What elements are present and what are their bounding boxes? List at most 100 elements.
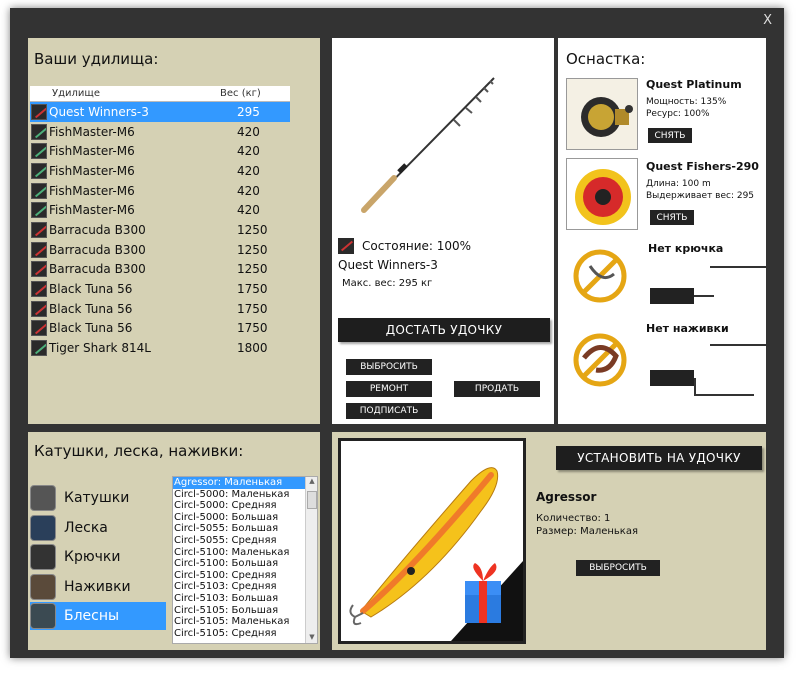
close-button[interactable]: X — [763, 13, 772, 28]
rod-row-weight: 420 — [237, 124, 260, 139]
line-thumbnail[interactable] — [566, 158, 638, 230]
rods-table: Удилище Вес (кг) Quest Winners-3 295 FishM… — [30, 86, 290, 358]
repair-rod-button[interactable]: РЕМОНТ — [346, 381, 432, 397]
rod-row[interactable]: FishMaster-M6 420 — [30, 161, 290, 181]
rod-row-name: Quest Winners-3 — [49, 104, 149, 119]
rod-icon — [338, 238, 354, 254]
rod-row-weight: 1750 — [237, 301, 268, 316]
reel-thumbnail[interactable] — [566, 78, 638, 150]
inventory-window: X Ваши удилища: Удилище Вес (кг) Quest W… — [10, 8, 784, 658]
list-item[interactable]: Circl-5103: Средняя — [173, 581, 317, 593]
items-scrollbar[interactable]: ▲ ▼ — [305, 477, 317, 643]
category-hook[interactable]: Крючки — [30, 543, 166, 571]
list-item[interactable]: Circl-5100: Средняя — [173, 570, 317, 582]
list-item[interactable]: Circl-5100: Маленькая — [173, 547, 317, 559]
categories-panel: Катушки, леска, наживки: Катушки Леска Крю… — [28, 432, 320, 650]
rod-max-weight: Макс. вес: 295 кг — [342, 278, 433, 289]
category-reel[interactable]: Катушки — [30, 484, 166, 512]
list-item[interactable]: Circl-5000: Средняя — [173, 500, 317, 512]
discard-lure-button[interactable]: ВЫБРОСИТЬ — [576, 560, 660, 576]
lure-image — [349, 467, 523, 641]
equip-rod-button[interactable]: ДОСТАТЬ УДОЧКУ — [338, 318, 550, 342]
rod-row[interactable]: Black Tuna 56 1750 — [30, 279, 290, 299]
rod-red-icon — [31, 320, 47, 337]
reel-icon — [30, 485, 56, 511]
reel-info: Мощность: 135% Ресурс: 100% — [646, 96, 726, 120]
bait-empty-icon[interactable] — [570, 328, 634, 392]
list-item[interactable]: Circl-5103: Большая — [173, 593, 317, 605]
hook-slot-button[interactable] — [650, 288, 694, 304]
bait-name: Нет наживки — [646, 322, 729, 335]
column-weight[interactable]: Вес (кг) — [220, 88, 261, 99]
list-item[interactable]: Circl-5000: Большая — [173, 512, 317, 524]
items-list[interactable]: Agressor: Маленькая Circl-5000: Маленькая… — [172, 476, 318, 644]
line-length: Длина: 100 m — [646, 179, 711, 189]
rod-row-name: Black Tuna 56 — [49, 321, 133, 336]
list-item[interactable]: Circl-5100: Большая — [173, 558, 317, 570]
rod-row[interactable]: Quest Winners-3 295 — [30, 102, 290, 122]
rod-row[interactable]: Barracuda B300 1250 — [30, 240, 290, 260]
sell-rod-button[interactable]: ПРОДАТЬ — [454, 381, 540, 397]
hook-connector-line — [710, 266, 766, 268]
list-item[interactable]: Circl-5105: Средняя — [173, 628, 317, 640]
rod-row-weight: 420 — [237, 183, 260, 198]
rod-row[interactable]: FishMaster-M6 420 — [30, 200, 290, 220]
rod-detail-panel: Состояние: 100% Quest Winners-3 Макс. ве… — [332, 38, 554, 424]
list-item[interactable]: Circl-5055: Средняя — [173, 535, 317, 547]
rod-row[interactable]: Barracuda B300 1250 — [30, 260, 290, 280]
hook-empty-icon[interactable] — [570, 244, 634, 308]
tackle-panel: Оснастка: Quest Platinum Мощность: 135% … — [558, 38, 766, 424]
list-item[interactable]: Circl-5055: Большая — [173, 523, 317, 535]
lure-size: Размер: Маленькая — [536, 526, 638, 537]
reel-resource: Ресурс: 100% — [646, 109, 710, 119]
rod-row-weight: 1800 — [237, 341, 268, 356]
rod-state-text: Состояние: 100% — [362, 239, 472, 253]
rod-row-weight: 420 — [237, 144, 260, 159]
sign-rod-button[interactable]: ПОДПИСАТЬ — [346, 403, 432, 419]
rod-row[interactable]: Black Tuna 56 1750 — [30, 319, 290, 339]
rod-row[interactable]: Tiger Shark 814L 1800 — [30, 338, 290, 358]
reel-name: Quest Platinum — [646, 78, 742, 91]
rod-row[interactable]: FishMaster-M6 420 — [30, 181, 290, 201]
lure-icon — [30, 603, 56, 629]
rod-image — [361, 77, 495, 213]
install-lure-button[interactable]: УСТАНОВИТЬ НА УДОЧКУ — [556, 446, 762, 470]
scroll-up-icon[interactable]: ▲ — [306, 477, 317, 487]
category-line-spool[interactable]: Леска — [30, 514, 166, 542]
rod-row[interactable]: FishMaster-M6 420 — [30, 141, 290, 161]
rod-red-icon — [31, 103, 47, 120]
category-lure[interactable]: Блесны — [30, 602, 166, 630]
rod-row-weight: 1750 — [237, 321, 268, 336]
discard-rod-button[interactable]: ВЫБРОСИТЬ — [346, 359, 432, 375]
rod-green-icon — [31, 162, 47, 179]
bait-slot-button[interactable] — [650, 370, 694, 386]
rod-row-name: Barracuda B300 — [49, 262, 146, 277]
rod-row[interactable]: Black Tuna 56 1750 — [30, 299, 290, 319]
scroll-thumb[interactable] — [307, 491, 317, 509]
rod-row-name: Barracuda B300 — [49, 222, 146, 237]
line-holds: Выдерживает вес: 295 — [646, 191, 755, 201]
rod-row[interactable]: Barracuda B300 1250 — [30, 220, 290, 240]
line-name: Quest Fishers-290 — [646, 160, 759, 173]
column-rod[interactable]: Удилище — [30, 88, 220, 99]
list-item[interactable]: Circl-5105: Маленькая — [173, 616, 317, 628]
remove-reel-button[interactable]: СНЯТЬ — [648, 128, 692, 143]
list-item[interactable]: Circl-5105: Большая — [173, 605, 317, 617]
remove-line-button[interactable]: СНЯТЬ — [650, 210, 694, 225]
reel-power: Мощность: 135% — [646, 97, 727, 107]
bait-slot-line — [694, 394, 754, 396]
lure-info: Количество: 1 Размер: Маленькая — [536, 512, 638, 538]
category-label: Блесны — [64, 608, 120, 624]
category-bait[interactable]: Наживки — [30, 573, 166, 601]
list-item[interactable]: Circl-5000: Маленькая — [173, 489, 317, 501]
list-item[interactable]: Agressor: Маленькая — [173, 477, 317, 489]
rod-row[interactable]: FishMaster-M6 420 — [30, 122, 290, 142]
tackle-title: Оснастка: — [566, 50, 646, 68]
scroll-down-icon[interactable]: ▼ — [306, 633, 317, 643]
rods-title: Ваши удилища: — [34, 50, 159, 68]
bait-connector-line — [710, 344, 766, 346]
rod-row-weight: 295 — [237, 104, 260, 119]
rod-row-name: FishMaster-M6 — [49, 144, 135, 159]
bait-slot-vline — [694, 378, 696, 396]
rod-row-name: FishMaster-M6 — [49, 124, 135, 139]
